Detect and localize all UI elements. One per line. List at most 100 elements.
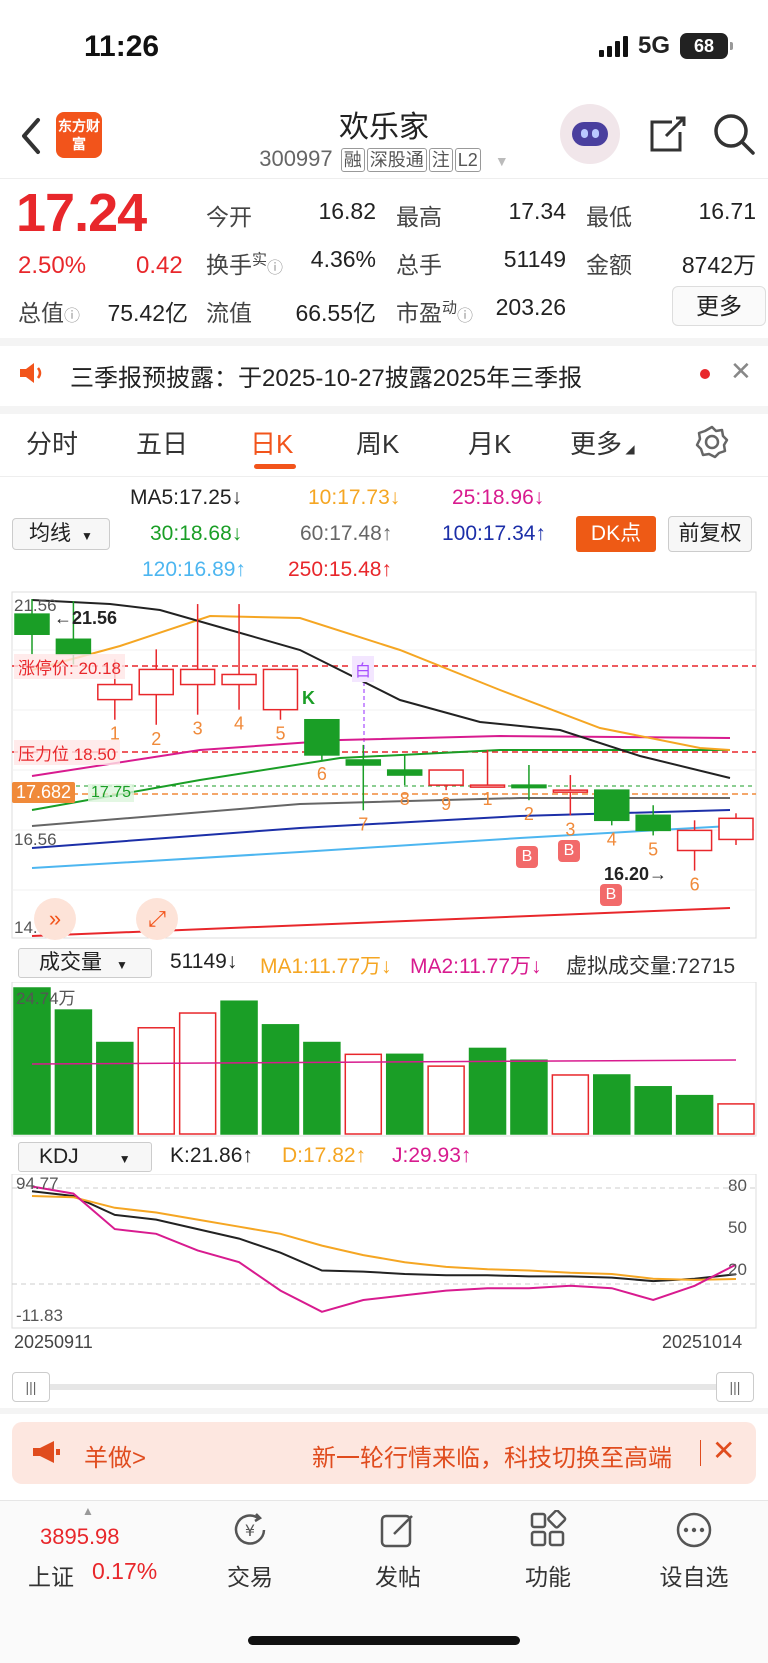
corner-triangle-icon: ◢: [622, 442, 635, 456]
search-icon[interactable]: [712, 112, 756, 156]
pe-label: 市盈动ⓘ: [396, 299, 474, 326]
volume-bar: [634, 1086, 672, 1135]
candle-count-label: 1: [483, 789, 493, 809]
range-handle-right[interactable]: |||: [716, 1372, 754, 1402]
notice-text[interactable]: 三季报预披露：于2025-10-27披露2025年三季报: [70, 358, 582, 393]
candle-body: [14, 613, 50, 635]
close-icon[interactable]: ✕: [712, 1434, 735, 1467]
candle-body: [428, 769, 464, 786]
fast-forward-icon[interactable]: »: [34, 898, 76, 940]
candle-count-label: 4: [234, 714, 244, 734]
tab-daily-k[interactable]: 日K: [250, 424, 293, 461]
tag-margin: 融: [340, 148, 365, 172]
volume-bar: [427, 1065, 465, 1135]
divider: [0, 338, 768, 346]
more-button[interactable]: 更多: [672, 286, 766, 326]
volume-value: 51149: [503, 246, 566, 272]
resistance-tag: 压力位 18.50: [14, 740, 121, 765]
nav-trade[interactable]: 交易: [190, 1558, 310, 1592]
megaphone-icon: [33, 1441, 60, 1463]
candle-body: [635, 814, 671, 832]
candle-body: [594, 789, 630, 822]
change-amount: 0.42: [136, 252, 183, 279]
svg-text:¥: ¥: [245, 1521, 255, 1540]
nav-watchlist[interactable]: 设自选: [634, 1558, 754, 1592]
tab-intraday[interactable]: 分时: [26, 424, 78, 461]
volume-select-dropdown[interactable]: 成交量 ▼: [18, 948, 152, 978]
home-indicator: [248, 1636, 520, 1645]
index-name[interactable]: 上证: [28, 1558, 74, 1592]
candle-count-label: 3: [565, 819, 575, 839]
active-tab-indicator: [254, 464, 296, 469]
network-type: 5G: [637, 32, 670, 59]
buy-marker[interactable]: B: [600, 884, 622, 906]
tab-five-day[interactable]: 五日: [136, 424, 188, 461]
candle-count-label: 7: [358, 814, 368, 834]
tab-weekly-k[interactable]: 周K: [356, 424, 399, 461]
candle-body: [552, 789, 589, 793]
candlestick-chart[interactable]: 1 23 45678 9 123456: [0, 590, 768, 940]
banner-scroll-text[interactable]: 新一轮行情来临，科技切换至高端: [312, 1438, 672, 1473]
ma10-value: 10:17.73↓: [308, 486, 401, 509]
post-edit-icon[interactable]: [378, 1510, 418, 1550]
x-axis-start-date: 20250911: [14, 1332, 93, 1352]
buy-marker[interactable]: B: [516, 846, 538, 868]
stock-code: 300997: [259, 146, 333, 171]
candle-body: [262, 668, 299, 711]
volume-bar: [717, 1103, 755, 1135]
functions-grid-icon[interactable]: [528, 1510, 568, 1550]
float-cap-label: 流值: [206, 300, 252, 326]
speaker-icon: [18, 360, 48, 391]
candle-count-label: 8: [400, 789, 410, 809]
tag-level2: L2: [454, 148, 481, 172]
info-icon[interactable]: ⓘ: [457, 308, 473, 325]
dk-point-button[interactable]: DK点: [576, 516, 656, 552]
tag-connect: 深股通: [366, 148, 427, 172]
kdj-select-dropdown[interactable]: KDJ ▼: [18, 1142, 152, 1172]
volume-bar: [510, 1059, 548, 1135]
open-label: 今开: [206, 204, 252, 230]
nav-post[interactable]: 发帖: [338, 1558, 458, 1592]
open-value: 16.82: [318, 198, 376, 224]
more-dots-icon[interactable]: [674, 1510, 714, 1550]
volume-ma2: MA2:11.77万↓: [410, 955, 542, 978]
info-icon[interactable]: ⓘ: [64, 308, 80, 325]
index-change[interactable]: 0.17%: [92, 1558, 157, 1585]
volume-bar: [220, 1000, 258, 1135]
volume-chart[interactable]: [0, 982, 768, 1138]
banner-left-text[interactable]: 羊做>: [84, 1438, 146, 1473]
candle-body: [469, 784, 506, 788]
range-handle-left[interactable]: |||: [12, 1372, 50, 1402]
index-value[interactable]: 3895.98: [40, 1524, 120, 1550]
ma-select-dropdown[interactable]: 均线 ▼: [12, 518, 110, 550]
amount-label: 金额: [586, 252, 632, 278]
share-icon[interactable]: [646, 114, 688, 156]
candle-body: [345, 759, 382, 766]
status-time: 11:26: [84, 30, 160, 63]
candle-count-label: 6: [690, 875, 700, 895]
kdj-y-max: 94.77: [16, 1174, 59, 1193]
buy-marker[interactable]: B: [558, 840, 580, 862]
ma30-value: 30:18.68↓: [150, 522, 243, 545]
divider: [0, 476, 768, 477]
nav-functions[interactable]: 功能: [488, 1558, 608, 1592]
kdj-level-20: 20: [728, 1260, 747, 1279]
virtual-volume: 虚拟成交量:72715: [566, 955, 736, 978]
tab-monthly-k[interactable]: 月K: [468, 424, 511, 461]
candle-body: [179, 668, 216, 686]
forward-adjust-button[interactable]: 前复权: [668, 516, 752, 552]
turnover-sup: 实: [252, 251, 268, 269]
kdj-chart[interactable]: [0, 1174, 768, 1330]
ai-assistant-icon[interactable]: [560, 104, 620, 164]
settings-gear-icon[interactable]: [694, 424, 730, 460]
candle-body: [718, 817, 754, 841]
candle-body: [55, 638, 92, 656]
amount-value: 8742万: [681, 252, 756, 278]
expand-icon[interactable]: ⤢: [136, 898, 178, 940]
tab-more[interactable]: 更多 ◢: [570, 424, 635, 461]
close-icon[interactable]: ✕: [730, 356, 752, 387]
trade-yen-icon[interactable]: ¥: [230, 1510, 270, 1550]
candle-body: [511, 784, 547, 789]
volume-bar: [344, 1053, 383, 1135]
market-cap-label: 总值ⓘ: [18, 300, 81, 326]
